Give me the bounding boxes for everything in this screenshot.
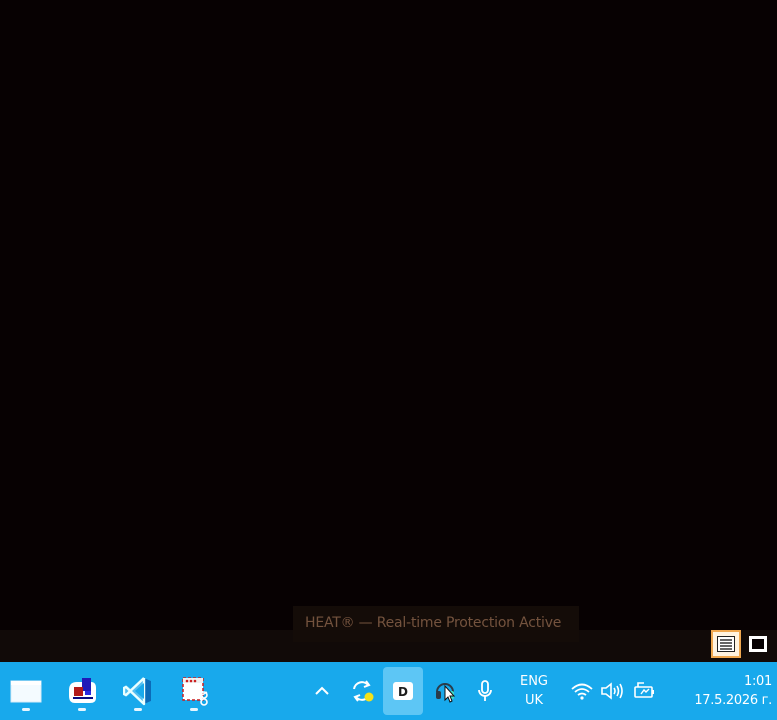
list-view-button[interactable] [711, 630, 741, 658]
system-clock[interactable]: 1:01 17.5.2026 г. [668, 672, 772, 710]
discord-icon: D [393, 682, 413, 700]
paint-icon [69, 678, 96, 703]
running-indicator [134, 708, 142, 711]
taskbar-app-file-explorer[interactable] [4, 668, 48, 714]
show-hidden-icons-button[interactable] [308, 672, 336, 710]
headset-icon [436, 683, 456, 703]
snipping-tool-icon [182, 677, 208, 706]
vscode-icon [123, 677, 151, 706]
list-icon [717, 636, 735, 652]
running-indicator [190, 708, 198, 711]
window-icon [749, 636, 767, 652]
svg-text:D: D [398, 685, 408, 699]
desktop-area [0, 0, 777, 662]
tray-volume[interactable] [598, 672, 626, 710]
clock-time: 1:01 [744, 674, 772, 689]
language-region: UK [524, 693, 544, 708]
folder-icon [10, 680, 42, 703]
sync-icon [353, 680, 374, 702]
language-code: ENG [519, 674, 548, 689]
speaker-icon [601, 682, 623, 700]
window-view-button[interactable] [743, 630, 773, 658]
taskbar: D ENG UK 1:01 17.5.2026 г. [0, 662, 777, 720]
microphone-icon [478, 680, 492, 701]
tray-headset[interactable] [430, 672, 460, 710]
power-plug-icon [634, 682, 654, 698]
taskbar-app-snipping-tool[interactable] [172, 668, 216, 714]
protection-notification[interactable]: HEAT® — Real-time Protection Active [293, 606, 579, 642]
running-indicator [78, 708, 86, 711]
running-indicator [22, 708, 30, 711]
tray-sync[interactable] [346, 672, 378, 710]
wifi-icon [571, 683, 593, 700]
tray-wifi[interactable] [568, 672, 596, 710]
clock-date: 17.5.2026 г. [694, 693, 772, 708]
screen: HEAT® — Real-time Protection Active D EN… [0, 0, 777, 720]
tray-microphone[interactable] [472, 672, 498, 710]
tray-discord[interactable]: D [383, 667, 423, 715]
notification-text: HEAT® — Real-time Protection Active [305, 615, 562, 631]
chevron-up-icon [315, 686, 329, 695]
tray-power[interactable] [630, 672, 658, 710]
taskbar-app-paint[interactable] [60, 668, 104, 714]
input-language-indicator[interactable]: ENG UK [512, 672, 556, 710]
taskbar-app-visual-studio-code[interactable] [116, 668, 160, 714]
